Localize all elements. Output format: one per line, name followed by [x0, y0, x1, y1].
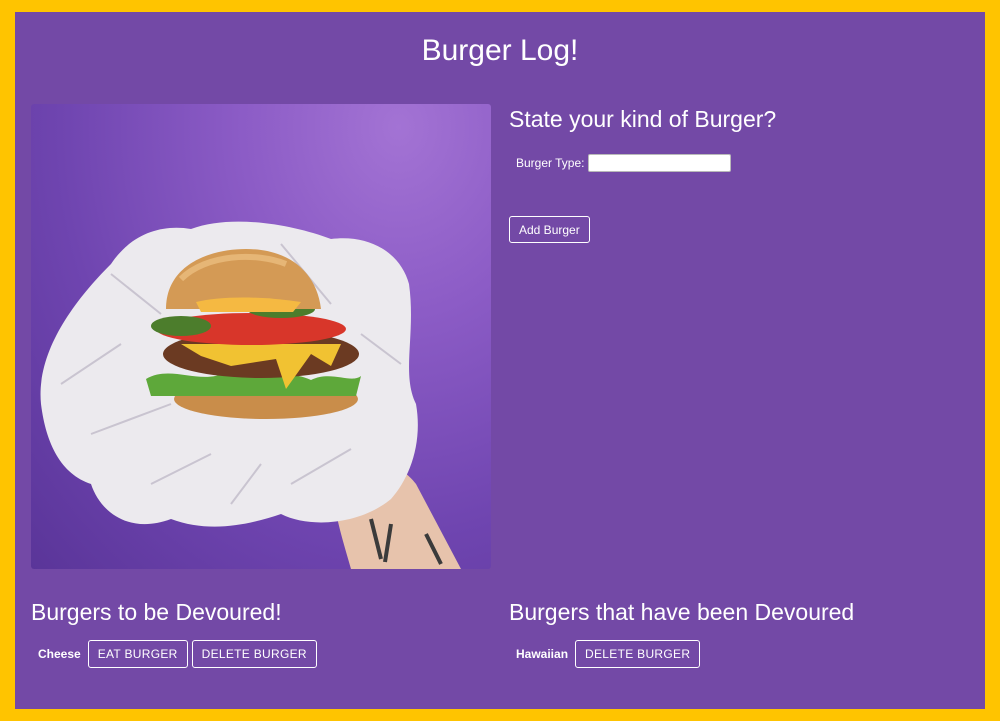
eat-burger-button[interactable]: EAT BURGER: [87, 640, 188, 668]
add-burger-heading: State your kind of Burger?: [509, 106, 777, 132]
delete-burger-button[interactable]: DELETE BURGER: [191, 640, 317, 668]
list-item: Hawaiian DELETE BURGER: [516, 640, 701, 668]
to-devour-heading: Burgers to be Devoured!: [31, 599, 282, 625]
add-burger-button[interactable]: Add Burger: [509, 216, 590, 243]
delete-burger-button[interactable]: DELETE BURGER: [575, 640, 701, 668]
burger-type-row: Burger Type:: [516, 154, 732, 172]
burger-name: Cheese: [38, 647, 81, 661]
burger-type-label: Burger Type:: [516, 156, 585, 170]
burger-name: Hawaiian: [516, 647, 569, 661]
burger-type-input[interactable]: [588, 154, 732, 172]
page-title: Burger Log!: [421, 34, 579, 67]
page-container: Burger Log! State your kind of Burger? B…: [15, 12, 985, 709]
list-item: Cheese EAT BURGER DELETE BURGER: [38, 640, 317, 668]
devoured-heading: Burgers that have been Devoured: [509, 599, 855, 625]
burger-photo: [31, 104, 491, 569]
